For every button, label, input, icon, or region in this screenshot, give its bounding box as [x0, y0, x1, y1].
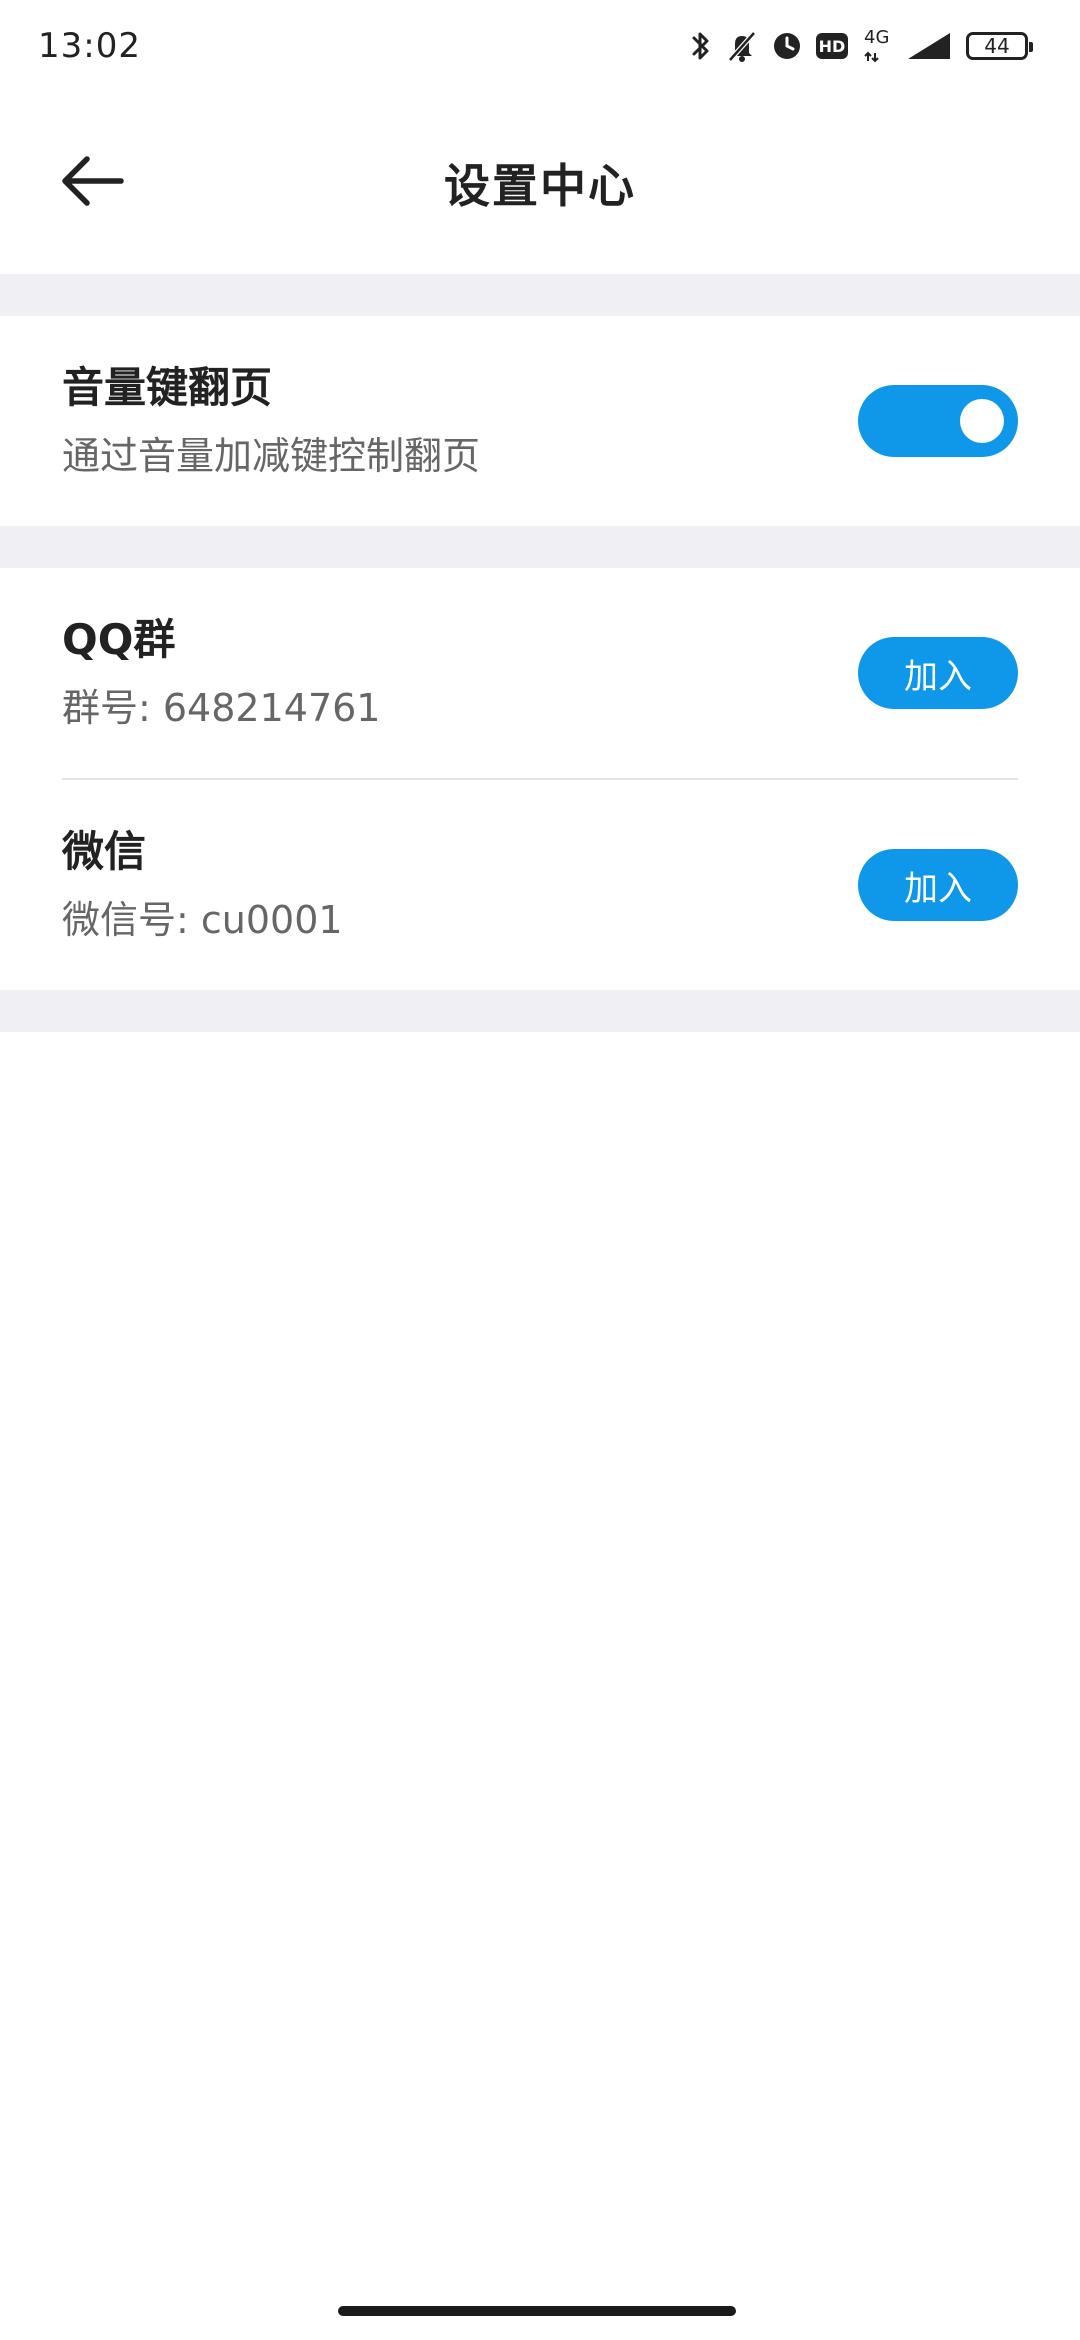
bluetooth-icon [690, 29, 712, 63]
page-title: 设置中心 [444, 159, 636, 213]
qq-group-number: 群号: 648214761 [62, 686, 381, 730]
volume-section: 音量键翻页 通过音量加减键控制翻页 [0, 316, 1080, 526]
battery-icon: 44 [966, 32, 1033, 60]
status-time: 13:02 [38, 26, 141, 66]
join-wechat-button[interactable]: 加入 [858, 849, 1018, 921]
volume-page-turn-row: 音量键翻页 通过音量加减键控制翻页 [0, 316, 1080, 526]
wechat-title: 微信 [62, 827, 147, 876]
qq-group-text: QQ群 群号: 648214761 [62, 612, 380, 734]
status-bar: 13:02 HD 4G 44 [0, 0, 1080, 92]
wechat-text: 微信 微信号: cu0001 [62, 824, 343, 946]
section-gap [0, 274, 1080, 316]
qq-group-title: QQ群 [62, 615, 176, 664]
back-button[interactable] [52, 143, 132, 223]
contact-section: QQ群 群号: 648214761 加入 微信 微信号: cu0001 加入 [0, 568, 1080, 990]
bell-muted-icon [726, 29, 758, 63]
volume-page-turn-title: 音量键翻页 [62, 363, 273, 412]
app-header: 设置中心 [0, 92, 1080, 274]
join-qq-button[interactable]: 加入 [858, 637, 1018, 709]
volume-page-turn-subtitle: 通过音量加减键控制翻页 [62, 434, 481, 478]
toggle-knob [960, 399, 1004, 443]
signal-icon [906, 31, 952, 61]
settings-screen: 13:02 HD 4G 44 设置中心 音量键翻页 通过音量加减键控制翻页 QQ… [0, 0, 1080, 2340]
section-gap [0, 526, 1080, 568]
section-gap [0, 990, 1080, 1032]
status-icons: HD 4G 44 [690, 27, 1033, 63]
wechat-id: 微信号: cu0001 [62, 898, 343, 942]
arrow-left-icon [59, 155, 125, 211]
wechat-row: 微信 微信号: cu0001 加入 [0, 780, 1080, 990]
clock-icon [772, 31, 802, 61]
network-type: 4G [862, 27, 892, 63]
qq-group-row: QQ群 群号: 648214761 加入 [0, 568, 1080, 778]
home-indicator[interactable] [338, 2306, 736, 2316]
volume-page-turn-text: 音量键翻页 通过音量加减键控制翻页 [62, 360, 480, 482]
volume-page-turn-toggle[interactable] [858, 385, 1018, 457]
hd-icon: HD [816, 33, 848, 59]
